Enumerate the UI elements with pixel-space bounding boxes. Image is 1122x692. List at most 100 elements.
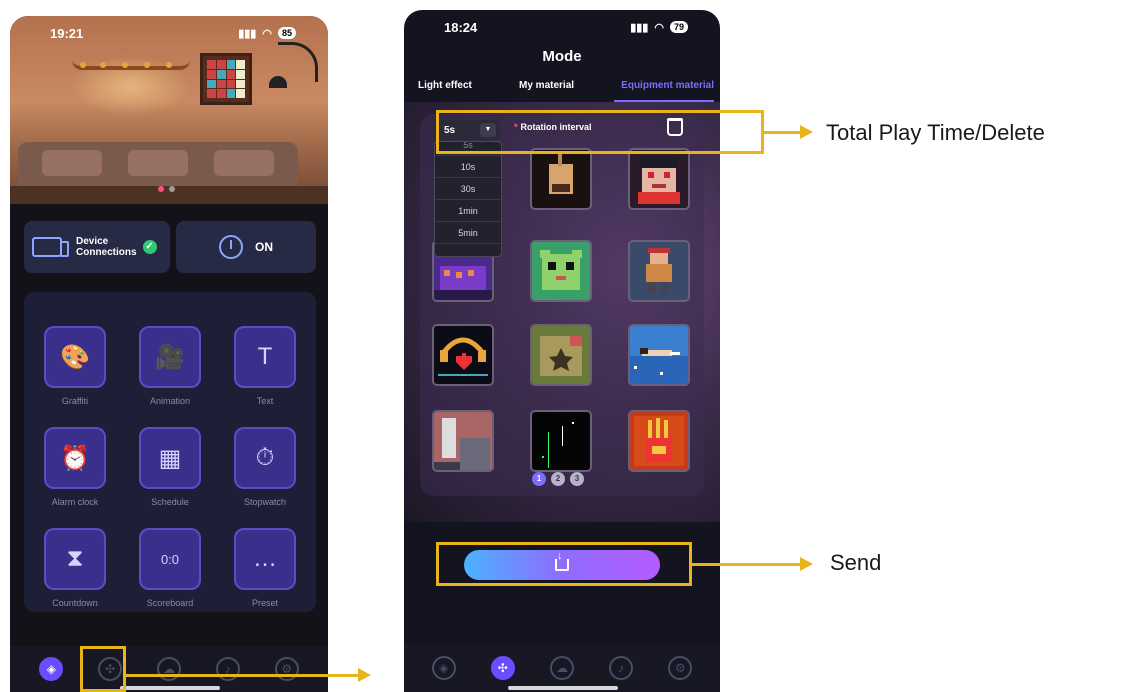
- alarm-icon: ⏰: [44, 427, 106, 489]
- chat-icon: …: [234, 528, 296, 590]
- tool-label: Graffiti: [61, 396, 89, 406]
- tool-label: Text: [256, 396, 274, 406]
- signal-icon: ▮▮▮: [630, 21, 649, 34]
- tool-stopwatch[interactable]: ⏱ Stopwatch: [225, 427, 305, 507]
- page-title: Mode: [542, 48, 582, 65]
- hourglass-icon: ⧗: [44, 528, 106, 590]
- home-indicator: [120, 686, 220, 690]
- tool-graffiti[interactable]: 🎨 Graffiti: [35, 326, 115, 406]
- scoreboard-icon: 0:0: [139, 528, 201, 590]
- arrow-right-icon: [358, 668, 371, 682]
- status-time: 18:24: [444, 19, 478, 35]
- power-icon: [219, 235, 243, 259]
- material-thumbnail[interactable]: [434, 412, 492, 470]
- tool-animation[interactable]: 🎥 Animation: [130, 326, 210, 406]
- tools-grid: 🎨 Graffiti 🎥 Animation T Text ⏰ Alarm cl…: [24, 292, 316, 612]
- material-thumbnail[interactable]: [434, 326, 492, 384]
- material-thumbnail[interactable]: [532, 326, 590, 384]
- dropdown-option[interactable]: 5min: [435, 222, 501, 244]
- device-label-line1: Device: [76, 236, 109, 247]
- page-dot[interactable]: 3: [570, 472, 584, 486]
- arrow-right-icon: [800, 557, 813, 571]
- material-pagination: 1 2 3: [532, 472, 584, 486]
- material-thumbnail[interactable]: [630, 326, 688, 384]
- tool-preset[interactable]: … Preset: [225, 528, 305, 608]
- material-thumbnail[interactable]: [630, 150, 688, 208]
- text-icon: T: [234, 326, 296, 388]
- tool-label: Scoreboard: [146, 598, 194, 608]
- battery-icon: 79: [669, 21, 688, 33]
- check-icon: ✓: [142, 240, 157, 254]
- battery-icon: 85: [277, 27, 296, 39]
- arrow-line: [764, 131, 802, 134]
- annotation-total-play-time: Total Play Time/Delete: [826, 120, 1045, 145]
- stopwatch-icon: ⏱: [234, 427, 296, 489]
- tool-alarm-clock[interactable]: ⏰ Alarm clock: [35, 427, 115, 507]
- arrow-line: [126, 674, 360, 677]
- interval-dropdown: 5s 10s 30s 1min 5min: [434, 141, 502, 257]
- material-thumbnail[interactable]: [630, 412, 688, 470]
- material-thumbnail[interactable]: [630, 242, 688, 300]
- highlight-grid-tab: [80, 646, 126, 692]
- tab-my-material[interactable]: My material: [519, 80, 574, 102]
- wifi-icon: ◠: [262, 27, 272, 40]
- pixel-display-frame: [200, 53, 252, 105]
- dropdown-option[interactable]: 10s: [435, 156, 501, 178]
- tool-countdown[interactable]: ⧗ Countdown: [35, 528, 115, 608]
- highlight-send-button: [436, 542, 692, 586]
- annotation-send: Send: [830, 550, 882, 575]
- bottom-tab-bar: ◈ ✣ ☁ ♪ ⚙: [404, 644, 720, 692]
- calendar-icon: ▦: [139, 427, 201, 489]
- signal-icon: ▮▮▮: [238, 27, 257, 40]
- arrow-line: [692, 563, 802, 566]
- banner-dot[interactable]: [158, 186, 164, 192]
- tool-label: Preset: [251, 598, 278, 608]
- compass-icon[interactable]: ◈: [431, 656, 456, 680]
- tool-label: Stopwatch: [243, 497, 287, 507]
- device-connections-button[interactable]: Device Connections ✓: [24, 221, 170, 273]
- tool-schedule[interactable]: ▦ Schedule: [130, 427, 210, 507]
- status-bar: 18:24 ▮▮▮ ◠ 79: [404, 10, 720, 44]
- arrow-right-icon: [800, 125, 813, 139]
- tool-label: Schedule: [151, 497, 189, 507]
- sofa: [18, 142, 298, 188]
- power-toggle-button[interactable]: ON: [176, 221, 316, 273]
- device-label-line2: Connections: [76, 247, 137, 258]
- dropdown-option[interactable]: 30s: [435, 178, 501, 200]
- settings-icon[interactable]: ⚙: [274, 657, 299, 681]
- material-thumbnail[interactable]: [532, 242, 590, 300]
- status-time: 19:21: [50, 25, 84, 41]
- tool-text[interactable]: T Text: [225, 326, 305, 406]
- garland-decoration: [72, 60, 190, 70]
- status-bar: 19:21 ▮▮▮ ◠ 85: [10, 16, 328, 50]
- cloud-icon[interactable]: ☁: [549, 656, 574, 680]
- palette-icon: 🎨: [44, 326, 106, 388]
- camera-icon: 🎥: [139, 326, 201, 388]
- settings-icon[interactable]: ⚙: [668, 656, 693, 680]
- material-thumbnail[interactable]: [532, 150, 590, 208]
- material-thumbnail[interactable]: [532, 412, 590, 470]
- dropdown-option[interactable]: 1min: [435, 200, 501, 222]
- tool-label: Countdown: [52, 598, 98, 608]
- banner-dot[interactable]: [169, 186, 175, 192]
- tab-equipment-material[interactable]: Equipment material: [621, 80, 714, 102]
- cloud-icon[interactable]: ☁: [156, 657, 181, 681]
- banner-pagination[interactable]: [158, 186, 175, 192]
- tool-scoreboard[interactable]: 0:0 Scoreboard: [130, 528, 210, 608]
- grid-icon[interactable]: ✣: [490, 656, 515, 680]
- device-icon: [32, 237, 69, 257]
- wifi-icon: ◠: [654, 21, 664, 34]
- tool-label: Animation: [149, 396, 191, 406]
- page-dot[interactable]: 1: [532, 472, 546, 486]
- bottom-tab-bar: ◈ ✣ ☁ ♪ ⚙: [10, 646, 328, 692]
- page-dot[interactable]: 2: [551, 472, 565, 486]
- music-icon[interactable]: ♪: [609, 656, 634, 680]
- power-label: ON: [255, 240, 273, 254]
- music-icon[interactable]: ♪: [215, 657, 240, 681]
- compass-icon[interactable]: ◈: [39, 657, 64, 681]
- tab-light-effect[interactable]: Light effect: [418, 80, 472, 102]
- home-indicator: [508, 686, 618, 690]
- mode-tabs: Light effect My material Equipment mater…: [404, 80, 720, 102]
- tool-label: Alarm clock: [51, 497, 99, 507]
- highlight-interval-row: [436, 110, 764, 154]
